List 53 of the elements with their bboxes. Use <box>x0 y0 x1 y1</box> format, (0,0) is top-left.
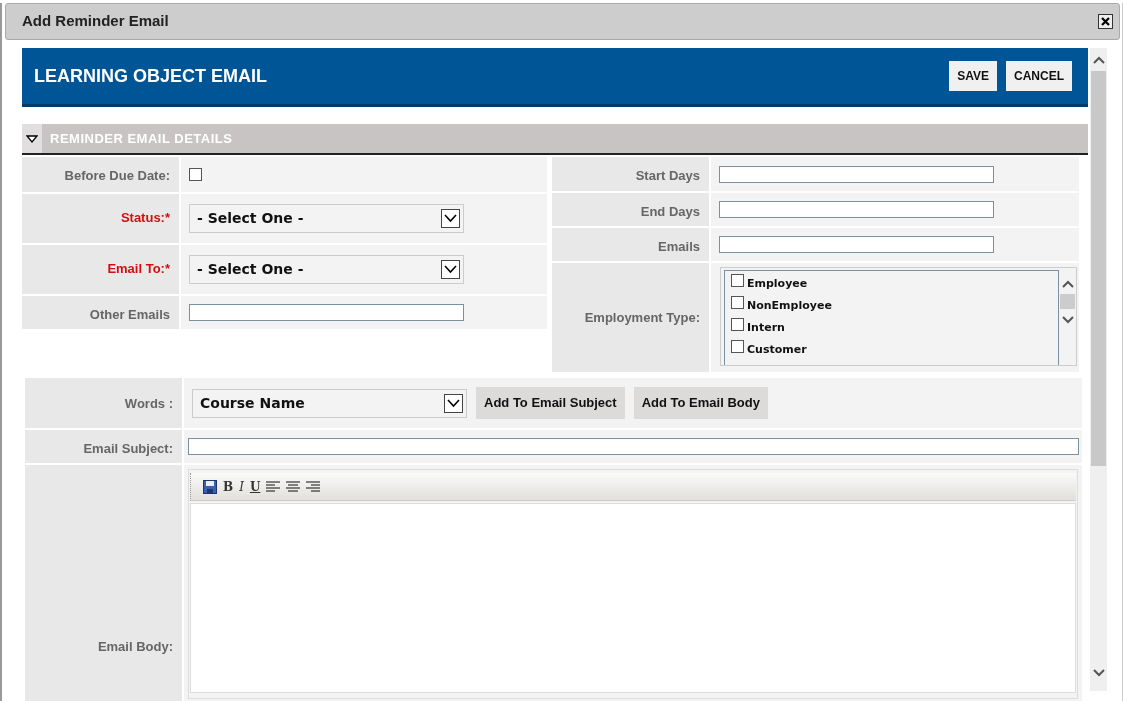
field-label: End Days <box>552 193 709 226</box>
checkbox[interactable] <box>731 274 744 287</box>
field-label: Email Subject: <box>25 430 182 463</box>
checkbox[interactable] <box>189 168 202 181</box>
underline-button[interactable]: U <box>249 480 261 493</box>
align-center-icon[interactable] <box>286 480 301 493</box>
input-field[interactable] <box>719 201 994 218</box>
italic-button[interactable]: I <box>239 480 244 493</box>
collapse-icon[interactable] <box>26 133 38 144</box>
align-left-icon[interactable] <box>266 480 281 493</box>
scrollbar[interactable] <box>1090 48 1107 691</box>
dropdown[interactable]: - Select One - <box>189 255 464 284</box>
caret-icon <box>447 398 460 408</box>
caret-icon <box>444 214 457 223</box>
scroll-down-icon[interactable] <box>1090 666 1107 679</box>
checkbox[interactable] <box>731 340 744 353</box>
checkbox[interactable] <box>731 318 744 331</box>
add-to-body-button[interactable]: Add To Email Body <box>633 387 768 419</box>
save-button[interactable]: SAVE <box>949 61 997 91</box>
add-to-subject-button[interactable]: Add To Email Subject <box>476 387 625 419</box>
bold-button[interactable]: B <box>223 480 234 493</box>
dropdown[interactable]: Course Name <box>192 388 467 418</box>
align-right-icon[interactable] <box>306 480 321 493</box>
option-label: Intern <box>747 320 785 336</box>
save-icon[interactable] <box>203 479 217 494</box>
input-field[interactable] <box>188 438 1079 455</box>
section-title: REMINDER EMAIL DETAILS <box>50 129 233 148</box>
header-title: LEARNING OBJECT EMAIL <box>34 64 267 88</box>
checkbox[interactable] <box>731 296 744 309</box>
option-label: NonEmployee <box>747 298 832 314</box>
input-field[interactable] <box>189 304 464 321</box>
field-label: Before Due Date: <box>22 157 179 192</box>
field-label: Status:* <box>22 194 179 243</box>
field-label: Employment Type: <box>552 263 709 372</box>
scroll-thumb[interactable] <box>1060 294 1075 309</box>
scroll-thumb[interactable] <box>1091 71 1106 466</box>
close-button[interactable] <box>1098 14 1113 29</box>
checklist[interactable]: Employee NonEmployee Intern Customer <box>720 267 1077 366</box>
field-label: Email Body: <box>25 465 182 701</box>
input-field[interactable] <box>719 165 994 183</box>
dropdown[interactable]: - Select One - <box>189 204 464 233</box>
field-label: Email To:* <box>22 245 179 294</box>
option-label: Customer <box>747 342 807 358</box>
option-label: Employee <box>747 276 808 292</box>
dialog-title: Add Reminder Email <box>22 11 169 32</box>
field-label: Words : <box>25 378 182 428</box>
field-label: Other Emails <box>22 296 179 329</box>
caret-icon <box>444 265 457 274</box>
field-label: Start Days <box>552 157 709 191</box>
input-field[interactable] <box>719 236 994 253</box>
scroll-down-icon[interactable] <box>1059 313 1076 325</box>
field-label: Emails <box>552 228 709 261</box>
cancel-button[interactable]: CANCEL <box>1006 61 1072 91</box>
